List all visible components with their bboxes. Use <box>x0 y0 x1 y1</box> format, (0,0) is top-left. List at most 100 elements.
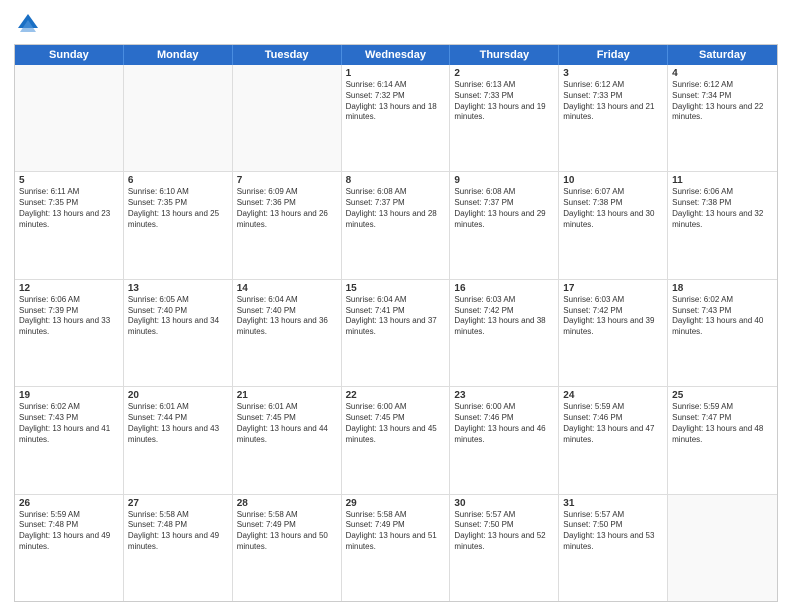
day-number: 28 <box>237 498 337 509</box>
calendar-cell: 23Sunrise: 6:00 AMSunset: 7:46 PMDayligh… <box>450 387 559 493</box>
calendar-week-5: 26Sunrise: 5:59 AMSunset: 7:48 PMDayligh… <box>15 494 777 601</box>
day-number: 3 <box>563 68 663 79</box>
cell-details: Sunrise: 5:57 AMSunset: 7:50 PMDaylight:… <box>563 510 663 553</box>
calendar-cell: 20Sunrise: 6:01 AMSunset: 7:44 PMDayligh… <box>124 387 233 493</box>
day-number: 12 <box>19 283 119 294</box>
calendar-body: 1Sunrise: 6:14 AMSunset: 7:32 PMDaylight… <box>15 65 777 601</box>
day-header-saturday: Saturday <box>668 45 777 65</box>
cell-details: Sunrise: 6:05 AMSunset: 7:40 PMDaylight:… <box>128 295 228 338</box>
calendar-cell: 16Sunrise: 6:03 AMSunset: 7:42 PMDayligh… <box>450 280 559 386</box>
cell-details: Sunrise: 6:12 AMSunset: 7:33 PMDaylight:… <box>563 80 663 123</box>
day-number: 20 <box>128 390 228 401</box>
calendar-cell: 29Sunrise: 5:58 AMSunset: 7:49 PMDayligh… <box>342 495 451 601</box>
day-number: 22 <box>346 390 446 401</box>
day-number: 25 <box>672 390 773 401</box>
logo <box>14 10 46 38</box>
day-header-sunday: Sunday <box>15 45 124 65</box>
day-number: 31 <box>563 498 663 509</box>
day-number: 16 <box>454 283 554 294</box>
day-number: 26 <box>19 498 119 509</box>
cell-details: Sunrise: 6:03 AMSunset: 7:42 PMDaylight:… <box>454 295 554 338</box>
calendar-cell: 8Sunrise: 6:08 AMSunset: 7:37 PMDaylight… <box>342 172 451 278</box>
calendar-cell: 3Sunrise: 6:12 AMSunset: 7:33 PMDaylight… <box>559 65 668 171</box>
day-number: 27 <box>128 498 228 509</box>
cell-details: Sunrise: 6:12 AMSunset: 7:34 PMDaylight:… <box>672 80 773 123</box>
day-number: 13 <box>128 283 228 294</box>
cell-details: Sunrise: 5:57 AMSunset: 7:50 PMDaylight:… <box>454 510 554 553</box>
calendar-cell <box>15 65 124 171</box>
calendar-cell: 14Sunrise: 6:04 AMSunset: 7:40 PMDayligh… <box>233 280 342 386</box>
calendar-cell: 7Sunrise: 6:09 AMSunset: 7:36 PMDaylight… <box>233 172 342 278</box>
calendar-cell <box>233 65 342 171</box>
day-number: 8 <box>346 175 446 186</box>
calendar-cell: 1Sunrise: 6:14 AMSunset: 7:32 PMDaylight… <box>342 65 451 171</box>
calendar-cell <box>124 65 233 171</box>
day-number: 4 <box>672 68 773 79</box>
cell-details: Sunrise: 6:02 AMSunset: 7:43 PMDaylight:… <box>19 402 119 445</box>
cell-details: Sunrise: 6:10 AMSunset: 7:35 PMDaylight:… <box>128 187 228 230</box>
calendar-cell: 9Sunrise: 6:08 AMSunset: 7:37 PMDaylight… <box>450 172 559 278</box>
calendar-cell: 2Sunrise: 6:13 AMSunset: 7:33 PMDaylight… <box>450 65 559 171</box>
calendar-cell: 27Sunrise: 5:58 AMSunset: 7:48 PMDayligh… <box>124 495 233 601</box>
calendar-cell <box>668 495 777 601</box>
calendar-week-1: 1Sunrise: 6:14 AMSunset: 7:32 PMDaylight… <box>15 65 777 171</box>
cell-details: Sunrise: 6:09 AMSunset: 7:36 PMDaylight:… <box>237 187 337 230</box>
calendar-cell: 24Sunrise: 5:59 AMSunset: 7:46 PMDayligh… <box>559 387 668 493</box>
cell-details: Sunrise: 6:04 AMSunset: 7:41 PMDaylight:… <box>346 295 446 338</box>
calendar-week-2: 5Sunrise: 6:11 AMSunset: 7:35 PMDaylight… <box>15 171 777 278</box>
cell-details: Sunrise: 5:59 AMSunset: 7:46 PMDaylight:… <box>563 402 663 445</box>
day-number: 7 <box>237 175 337 186</box>
day-header-thursday: Thursday <box>450 45 559 65</box>
calendar-week-4: 19Sunrise: 6:02 AMSunset: 7:43 PMDayligh… <box>15 386 777 493</box>
calendar-cell: 25Sunrise: 5:59 AMSunset: 7:47 PMDayligh… <box>668 387 777 493</box>
cell-details: Sunrise: 5:59 AMSunset: 7:47 PMDaylight:… <box>672 402 773 445</box>
cell-details: Sunrise: 6:08 AMSunset: 7:37 PMDaylight:… <box>346 187 446 230</box>
day-number: 23 <box>454 390 554 401</box>
cell-details: Sunrise: 5:58 AMSunset: 7:49 PMDaylight:… <box>237 510 337 553</box>
cell-details: Sunrise: 6:01 AMSunset: 7:45 PMDaylight:… <box>237 402 337 445</box>
calendar-cell: 21Sunrise: 6:01 AMSunset: 7:45 PMDayligh… <box>233 387 342 493</box>
cell-details: Sunrise: 6:13 AMSunset: 7:33 PMDaylight:… <box>454 80 554 123</box>
calendar-cell: 10Sunrise: 6:07 AMSunset: 7:38 PMDayligh… <box>559 172 668 278</box>
cell-details: Sunrise: 6:00 AMSunset: 7:45 PMDaylight:… <box>346 402 446 445</box>
day-number: 18 <box>672 283 773 294</box>
calendar-header: SundayMondayTuesdayWednesdayThursdayFrid… <box>15 45 777 65</box>
header <box>14 10 778 38</box>
cell-details: Sunrise: 5:58 AMSunset: 7:48 PMDaylight:… <box>128 510 228 553</box>
calendar-cell: 26Sunrise: 5:59 AMSunset: 7:48 PMDayligh… <box>15 495 124 601</box>
cell-details: Sunrise: 6:07 AMSunset: 7:38 PMDaylight:… <box>563 187 663 230</box>
day-number: 14 <box>237 283 337 294</box>
day-number: 17 <box>563 283 663 294</box>
calendar-cell: 17Sunrise: 6:03 AMSunset: 7:42 PMDayligh… <box>559 280 668 386</box>
cell-details: Sunrise: 5:58 AMSunset: 7:49 PMDaylight:… <box>346 510 446 553</box>
day-number: 10 <box>563 175 663 186</box>
calendar-cell: 28Sunrise: 5:58 AMSunset: 7:49 PMDayligh… <box>233 495 342 601</box>
cell-details: Sunrise: 6:04 AMSunset: 7:40 PMDaylight:… <box>237 295 337 338</box>
day-number: 1 <box>346 68 446 79</box>
calendar-cell: 30Sunrise: 5:57 AMSunset: 7:50 PMDayligh… <box>450 495 559 601</box>
cell-details: Sunrise: 5:59 AMSunset: 7:48 PMDaylight:… <box>19 510 119 553</box>
cell-details: Sunrise: 6:00 AMSunset: 7:46 PMDaylight:… <box>454 402 554 445</box>
day-header-friday: Friday <box>559 45 668 65</box>
calendar-cell: 6Sunrise: 6:10 AMSunset: 7:35 PMDaylight… <box>124 172 233 278</box>
logo-icon <box>14 10 42 38</box>
cell-details: Sunrise: 6:14 AMSunset: 7:32 PMDaylight:… <box>346 80 446 123</box>
cell-details: Sunrise: 6:11 AMSunset: 7:35 PMDaylight:… <box>19 187 119 230</box>
day-number: 5 <box>19 175 119 186</box>
calendar: SundayMondayTuesdayWednesdayThursdayFrid… <box>14 44 778 602</box>
calendar-cell: 11Sunrise: 6:06 AMSunset: 7:38 PMDayligh… <box>668 172 777 278</box>
cell-details: Sunrise: 6:01 AMSunset: 7:44 PMDaylight:… <box>128 402 228 445</box>
cell-details: Sunrise: 6:02 AMSunset: 7:43 PMDaylight:… <box>672 295 773 338</box>
calendar-cell: 4Sunrise: 6:12 AMSunset: 7:34 PMDaylight… <box>668 65 777 171</box>
day-number: 21 <box>237 390 337 401</box>
day-number: 15 <box>346 283 446 294</box>
day-number: 6 <box>128 175 228 186</box>
day-number: 9 <box>454 175 554 186</box>
calendar-week-3: 12Sunrise: 6:06 AMSunset: 7:39 PMDayligh… <box>15 279 777 386</box>
calendar-cell: 5Sunrise: 6:11 AMSunset: 7:35 PMDaylight… <box>15 172 124 278</box>
day-header-monday: Monday <box>124 45 233 65</box>
day-number: 30 <box>454 498 554 509</box>
calendar-cell: 12Sunrise: 6:06 AMSunset: 7:39 PMDayligh… <box>15 280 124 386</box>
cell-details: Sunrise: 6:03 AMSunset: 7:42 PMDaylight:… <box>563 295 663 338</box>
cell-details: Sunrise: 6:06 AMSunset: 7:39 PMDaylight:… <box>19 295 119 338</box>
